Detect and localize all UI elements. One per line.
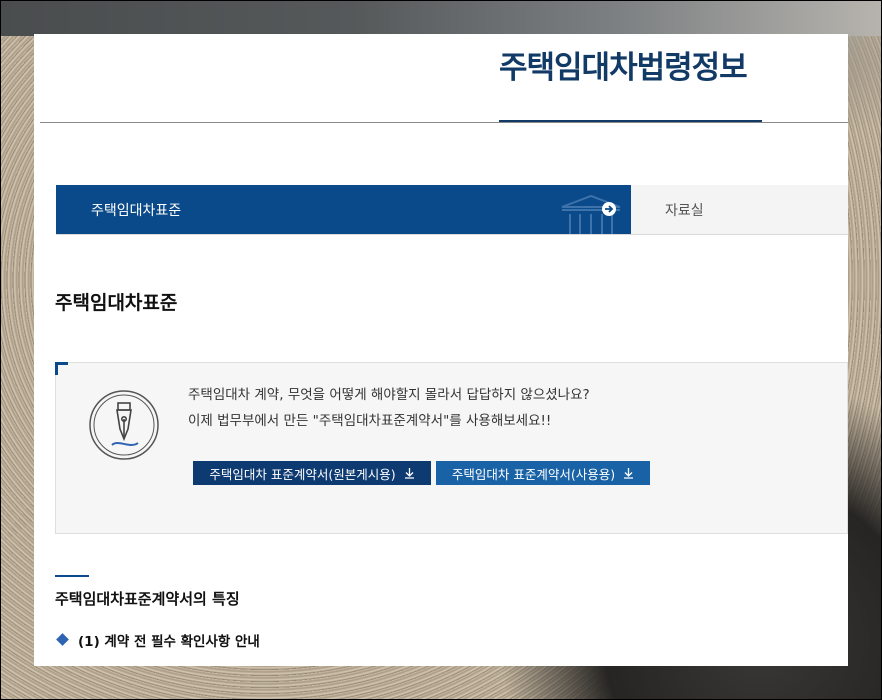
button-label: 주택임대차 표준계약서(사용용) [451,466,616,482]
page-title: 주택임대차표준 [55,292,178,314]
header-divider [40,122,848,123]
arrow-right-circle-icon [602,202,616,216]
tab-bar-divider [56,234,848,235]
download-original-contract-button[interactable]: 주택임대차 표준계약서(원본게시용) [193,461,431,485]
corner-mark [55,362,68,375]
section-accent-line [55,575,89,577]
info-text-suggestion: 이제 법무부에서 만든 "주택임대차표준계약서"를 사용해보세요!! [188,413,552,429]
content-panel: 주택임대차법령정보 주택임대차표준 자료실 주택임대차표준 주택임대차 계약, … [34,34,848,666]
tab-resources[interactable]: 자료실 [631,185,848,234]
download-usage-contract-button[interactable]: 주택임대차 표준계약서(사용용) [436,461,650,485]
tab-housing-lease-standard[interactable]: 주택임대차표준 [56,185,631,234]
section-title: 주택임대차표준계약서의 특징 [55,590,240,608]
fountain-pen-icon [89,390,159,460]
download-icon [624,468,634,479]
tab-label: 자료실 [665,203,704,219]
info-box: 주택임대차 계약, 무엇을 어떻게 해야할지 몰라서 답답하지 않으셨나요? 이… [55,362,848,534]
subsection-label: (1) 계약 전 필수 확인사항 안내 [78,634,260,650]
tab-label: 주택임대차표준 [91,203,182,219]
site-title: 주택임대차법령정보 [499,50,748,86]
diamond-bullet-icon [56,633,69,646]
info-text-question: 주택임대차 계약, 무엇을 어떻게 해야할지 몰라서 답답하지 않으셨나요? [188,387,590,403]
download-icon [404,468,414,479]
background-top-band [0,0,882,36]
button-label: 주택임대차 표준계약서(원본게시용) [209,466,396,482]
